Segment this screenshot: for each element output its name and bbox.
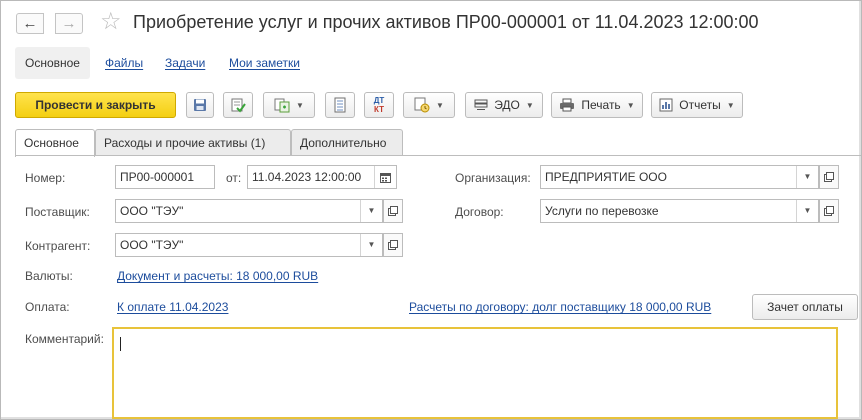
payment-due-link[interactable]: К оплате 11.04.2023: [117, 300, 228, 314]
open-window-icon: [824, 206, 834, 216]
title-bar: ← → ☆ Приобретение услуг и прочих активо…: [1, 1, 861, 45]
document-window: ← → ☆ Приобретение услуг и прочих активо…: [0, 0, 862, 420]
print-menu-button[interactable]: Печать ▼: [551, 92, 643, 118]
save-button[interactable]: [186, 92, 214, 118]
reports-label: Отчеты: [679, 98, 721, 112]
chevron-down-icon: ▼: [296, 100, 304, 110]
edo-label: ЭДО: [494, 98, 520, 112]
post-document-icon: [231, 98, 246, 113]
chevron-down-icon: ▼: [525, 100, 534, 110]
tab-additional[interactable]: Дополнительно: [291, 129, 403, 156]
calendar-icon: [380, 172, 391, 183]
dt-kt-icon: ДТ КТ: [374, 96, 385, 114]
dt-label: ДТ: [373, 96, 385, 105]
counterparty-dropdown[interactable]: ▼: [360, 234, 382, 256]
comment-textarea[interactable]: [112, 327, 838, 419]
chevron-down-icon: ▼: [726, 100, 735, 110]
date-value: 11.04.2023 12:00:00: [252, 170, 362, 184]
contract-settlements-link[interactable]: Расчеты по договору: долг поставщику 18 …: [409, 300, 711, 314]
supplier-label: Поставщик:: [25, 205, 90, 219]
section-tasks[interactable]: Задачи: [155, 47, 215, 79]
forward-button[interactable]: →: [55, 13, 83, 34]
printer-icon: [560, 98, 575, 112]
supplier-value: ООО "ТЭУ": [120, 204, 184, 218]
supplier-field[interactable]: ООО "ТЭУ" ▼: [115, 199, 383, 223]
star-icon[interactable]: ☆: [100, 8, 122, 36]
tab-divider: [15, 155, 861, 156]
chevron-down-icon: ▼: [367, 240, 376, 249]
clock-document-icon: [414, 97, 430, 113]
counterparty-field[interactable]: ООО "ТЭУ" ▼: [115, 233, 383, 257]
contract-dropdown[interactable]: ▼: [796, 200, 818, 222]
organization-dropdown[interactable]: ▼: [796, 166, 818, 188]
chevron-down-icon: ▼: [367, 206, 376, 215]
payment-offset-button[interactable]: Зачет оплаты: [752, 294, 858, 320]
post-and-close-button[interactable]: Провести и закрыть: [15, 92, 176, 118]
kt-label: КТ: [374, 105, 384, 114]
number-value: ПР00-000001: [120, 170, 195, 184]
floppy-disk-icon: [194, 99, 206, 111]
list-journal-icon: [334, 97, 346, 113]
open-window-icon: [388, 206, 398, 216]
tab-main[interactable]: Основное: [15, 129, 95, 157]
organization-label: Организация:: [455, 171, 531, 185]
organization-field[interactable]: ПРЕДПРИЯТИЕ ООО ▼: [540, 165, 819, 189]
section-files[interactable]: Файлы: [95, 47, 153, 79]
post-button[interactable]: [223, 92, 253, 118]
counterparty-open-button[interactable]: [383, 233, 403, 257]
chevron-down-icon: ▼: [626, 100, 635, 110]
supplier-open-button[interactable]: [383, 199, 403, 223]
back-button[interactable]: ←: [16, 13, 44, 34]
currency-settlements-link[interactable]: Документ и расчеты: 18 000,00 RUB: [117, 269, 318, 283]
reports-menu-button[interactable]: Отчеты ▼: [651, 92, 743, 118]
reports-chart-icon: [659, 98, 673, 112]
command-bar: Провести и закрыть ▼ ДТ КТ ▼ ЭДО ▼ Печат…: [1, 92, 861, 120]
chevron-down-icon: ▼: [803, 206, 812, 215]
date-field[interactable]: 11.04.2023 12:00:00: [247, 165, 397, 189]
open-window-icon: [388, 240, 398, 250]
supplier-dropdown[interactable]: ▼: [360, 200, 382, 222]
payment-label: Оплата:: [25, 300, 70, 314]
edo-menu-button[interactable]: ЭДО ▼: [465, 92, 543, 118]
open-window-icon: [824, 172, 834, 182]
create-based-on-icon: [274, 98, 290, 113]
print-label: Печать: [581, 98, 621, 112]
page-title: Приобретение услуг и прочих активов ПР00…: [133, 12, 759, 32]
chevron-down-icon: ▼: [436, 100, 444, 110]
contract-field[interactable]: Услуги по перевозке ▼: [540, 199, 819, 223]
calendar-button[interactable]: [374, 166, 396, 188]
arrow-left-icon: ←: [22, 15, 38, 32]
date-label: от:: [226, 171, 242, 185]
chevron-down-icon: ▼: [803, 172, 812, 181]
counterparty-label: Контрагент:: [25, 239, 91, 253]
section-main[interactable]: Основное: [15, 47, 90, 79]
create-based-on-button[interactable]: ▼: [263, 92, 315, 118]
contract-label: Договор:: [455, 205, 504, 219]
text-cursor: [120, 337, 121, 351]
contract-open-button[interactable]: [819, 199, 839, 223]
document-journal-button[interactable]: [325, 92, 355, 118]
dt-kt-postings-button[interactable]: ДТ КТ: [364, 92, 394, 118]
number-field[interactable]: ПР00-000001: [115, 165, 215, 189]
tab-expenses-assets[interactable]: Расходы и прочие активы (1): [95, 129, 291, 156]
edo-icon: [474, 99, 488, 110]
contract-value: Услуги по перевозке: [545, 204, 659, 218]
payment-offset-label: Зачет оплаты: [767, 300, 843, 314]
currency-label: Валюты:: [25, 269, 73, 283]
post-and-close-label: Провести и закрыть: [35, 98, 156, 112]
number-label: Номер:: [25, 171, 66, 185]
comment-label: Комментарий:: [25, 332, 104, 346]
counterparty-value: ООО "ТЭУ": [120, 238, 184, 252]
organization-value: ПРЕДПРИЯТИЕ ООО: [545, 170, 667, 184]
section-my-notes[interactable]: Мои заметки: [219, 47, 310, 79]
structure-button[interactable]: ▼: [403, 92, 455, 118]
arrow-right-icon: →: [61, 15, 77, 32]
organization-open-button[interactable]: [819, 165, 839, 189]
